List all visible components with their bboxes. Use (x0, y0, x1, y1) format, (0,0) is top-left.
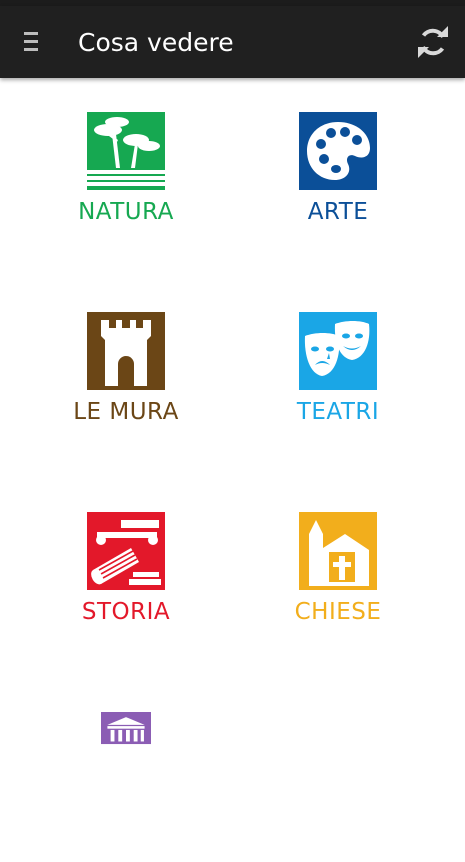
pine-trees-icon (87, 112, 165, 190)
category-label: STORIA (81, 599, 171, 625)
category-teatri[interactable]: TEATRI (238, 312, 438, 462)
category-label: TEATRI (296, 399, 380, 425)
drawer-menu-button[interactable] (16, 26, 46, 58)
category-grid: NATURA ARTE LE MURA TEATRI STORIA CHIESE (0, 78, 465, 800)
category-storia[interactable]: STORIA (26, 512, 226, 662)
category-chiese[interactable]: CHIESE (238, 512, 438, 662)
theatre-masks-icon (299, 312, 377, 390)
category-label: NATURA (78, 199, 174, 225)
drawer-menu-icon (24, 32, 38, 51)
palette-icon (299, 112, 377, 190)
column-ruins-icon (87, 512, 165, 590)
refresh-button[interactable] (411, 20, 455, 64)
page-title: Cosa vedere (78, 28, 234, 57)
category-label: LE MURA (73, 399, 179, 425)
category-arte[interactable]: ARTE (238, 112, 438, 262)
category-le-mura[interactable]: LE MURA (26, 312, 226, 462)
action-bar: Cosa vedere (0, 6, 465, 78)
category-label: CHIESE (294, 599, 382, 625)
category-natura[interactable]: NATURA (26, 112, 226, 262)
category-museum[interactable] (26, 712, 226, 862)
refresh-icon (418, 26, 448, 58)
museum-icon (101, 712, 151, 745)
church-icon (299, 512, 377, 590)
category-label: ARTE (307, 199, 369, 225)
castle-tower-icon (87, 312, 165, 390)
